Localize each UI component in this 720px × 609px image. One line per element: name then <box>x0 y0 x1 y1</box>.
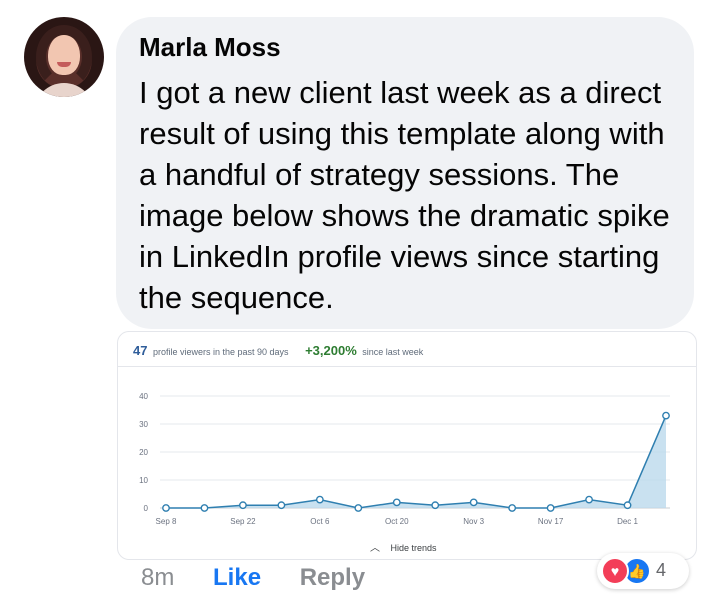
comment-author[interactable]: Marla Moss <box>139 32 281 63</box>
comment-text: I got a new client last week as a direct… <box>139 75 670 315</box>
x-tick-label: Nov 17 <box>538 517 564 526</box>
data-point <box>354 504 363 512</box>
data-point <box>508 504 517 512</box>
x-tick-label: Oct 6 <box>310 517 330 526</box>
y-tick-label: 10 <box>139 476 148 485</box>
y-tick-label: 0 <box>144 504 149 513</box>
x-tick-label: Nov 3 <box>463 517 484 526</box>
data-point <box>469 498 478 507</box>
data-point <box>315 495 324 504</box>
avatar[interactable] <box>24 17 104 97</box>
heart-icon: ♥ <box>601 557 629 585</box>
data-point <box>239 501 247 510</box>
avatar-shirt <box>34 83 94 97</box>
hide-trends-button[interactable]: ︿ Hide trends <box>370 539 437 554</box>
chevron-up-icon: ︿ <box>370 543 380 554</box>
comment-actions: 8m Like Reply <box>141 564 397 592</box>
data-point <box>392 498 401 507</box>
attached-image[interactable]: 47 profile viewers in the past 90 days +… <box>117 331 697 560</box>
x-tick-label: Oct 20 <box>385 517 409 526</box>
data-point <box>162 504 170 512</box>
y-tick-label: 40 <box>139 392 148 401</box>
hide-trends-label: Hide trends <box>390 543 437 553</box>
x-tick-label: Sep 22 <box>230 517 256 526</box>
series-area <box>166 415 666 508</box>
comment-time[interactable]: 8m <box>141 564 174 591</box>
data-point <box>200 504 209 512</box>
reactions-summary[interactable]: ♥ 👍 4 <box>597 553 689 589</box>
data-point <box>277 501 286 510</box>
data-point <box>623 501 632 510</box>
reply-button[interactable]: Reply <box>300 564 365 591</box>
profile-views-chart: 0 10 20 30 40 Sep 8 Sep 22 Oct 6 Oct 20 Nov 3 Nov … <box>139 392 670 526</box>
x-tick-label: Dec 1 <box>617 517 638 526</box>
series-line <box>166 415 667 509</box>
x-tick-label: Sep 8 <box>156 517 177 526</box>
y-tick-label: 20 <box>139 448 148 457</box>
data-point <box>546 504 555 512</box>
avatar-face <box>48 35 80 75</box>
data-point <box>585 495 593 504</box>
y-tick-label: 30 <box>139 420 148 429</box>
data-point <box>431 501 440 510</box>
like-button[interactable]: Like <box>213 564 261 591</box>
reaction-count: 4 <box>656 560 667 580</box>
data-point <box>662 411 670 420</box>
